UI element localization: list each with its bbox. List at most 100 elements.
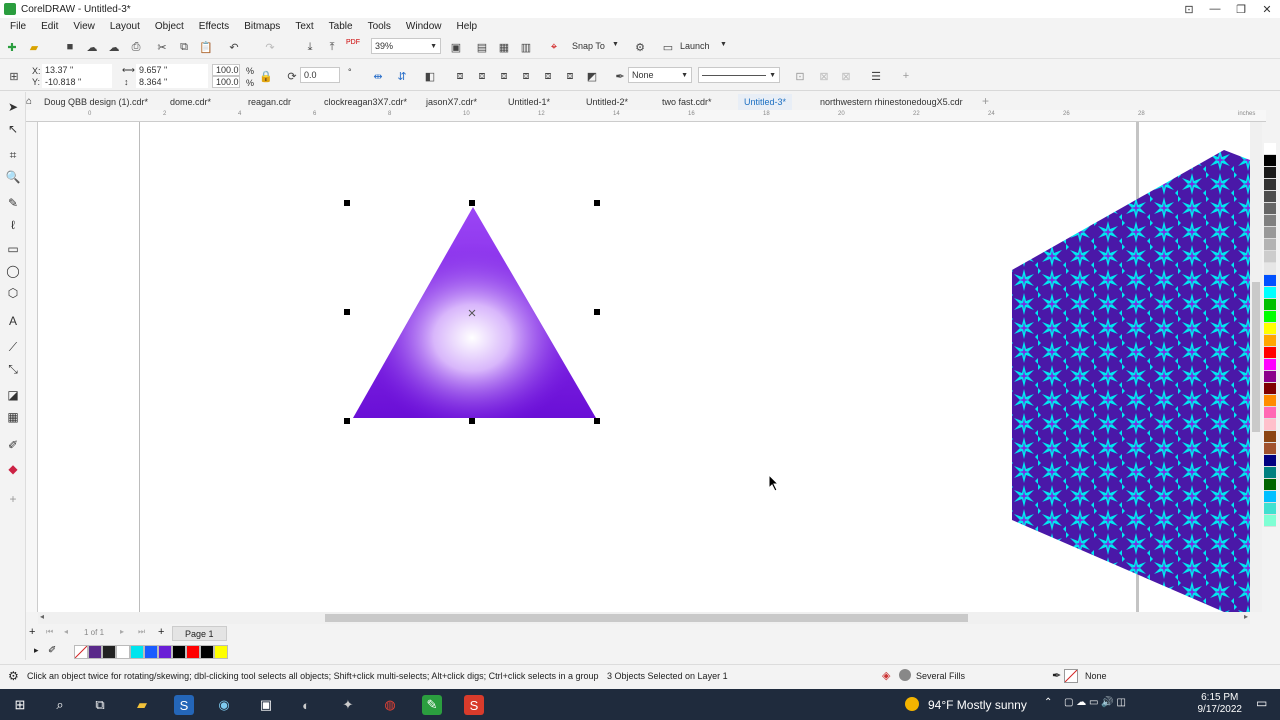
to-front-icon[interactable]: ⊠ xyxy=(838,68,854,84)
drop-shadow-tool-icon[interactable]: ◪ xyxy=(4,386,22,404)
rotation-field[interactable]: 0.0 xyxy=(300,67,340,83)
palette-swatch[interactable] xyxy=(1264,287,1276,299)
palette-swatch[interactable] xyxy=(1264,347,1276,359)
scroll-left-icon[interactable]: ◂ xyxy=(40,612,44,621)
export-icon[interactable]: ⤒ xyxy=(324,39,340,55)
x-position-field[interactable]: 13.37 " xyxy=(42,64,112,76)
settings-gear-icon[interactable]: ⚙ xyxy=(8,669,19,683)
scale-x-field[interactable]: 100.0 xyxy=(212,64,240,76)
palette-swatch[interactable] xyxy=(1264,227,1276,239)
palette-swatch[interactable] xyxy=(1264,179,1276,191)
palette-swatch[interactable] xyxy=(1264,335,1276,347)
rotate-icon[interactable]: ⟳ xyxy=(284,68,300,84)
shape-tool-icon[interactable]: ↖ xyxy=(4,120,22,138)
menu-effects[interactable]: Effects xyxy=(199,21,229,32)
menu-view[interactable]: View xyxy=(73,21,95,32)
simplify-icon[interactable]: ⧈ xyxy=(518,68,534,84)
snap-to-button[interactable]: Snap To xyxy=(572,41,605,51)
outline-pen-icon[interactable]: ✒ xyxy=(612,68,628,84)
palette-swatch[interactable] xyxy=(1264,239,1276,251)
selection-handle[interactable] xyxy=(469,200,475,206)
menu-text[interactable]: Text xyxy=(295,21,313,32)
eyedropper-icon[interactable]: ✐ xyxy=(48,645,56,656)
vertical-scrollbar[interactable] xyxy=(1250,122,1262,612)
doc-swatch[interactable] xyxy=(172,645,186,659)
y-position-field[interactable]: -10.818 " xyxy=(42,76,112,88)
back-minus-front-icon[interactable]: ⧈ xyxy=(562,68,578,84)
coreldraw-taskbar-icon[interactable]: ✎ xyxy=(422,695,442,715)
palette-swatch[interactable] xyxy=(1264,311,1276,323)
app-icon[interactable]: ◉ xyxy=(214,695,234,715)
redo-icon[interactable]: ↷ xyxy=(262,39,278,55)
palette-swatch[interactable] xyxy=(1264,395,1276,407)
front-minus-back-icon[interactable]: ⧈ xyxy=(540,68,556,84)
scale-y-field[interactable]: 100.0 xyxy=(212,76,240,88)
outline-pen-icon[interactable]: ✒ xyxy=(1052,669,1061,682)
show-rulers-icon[interactable]: ▤ xyxy=(474,39,490,55)
doc-swatch[interactable] xyxy=(144,645,158,659)
first-page-icon[interactable]: ⏮ xyxy=(46,627,53,637)
snap-to-icon[interactable]: ⌖ xyxy=(546,39,562,55)
page-1-tab[interactable]: Page 1 xyxy=(172,626,227,641)
launch-icon[interactable]: ▭ xyxy=(660,39,676,55)
rectangle-tool-icon[interactable]: ▭ xyxy=(4,240,22,258)
task-view-icon[interactable]: ⧉ xyxy=(90,695,110,715)
open-folder-icon[interactable]: ▰ xyxy=(26,39,42,55)
no-color-swatch[interactable] xyxy=(74,645,88,659)
palette-swatch[interactable] xyxy=(1264,443,1276,455)
menu-layout[interactable]: Layout xyxy=(110,21,140,32)
paste-icon[interactable]: 📋 xyxy=(198,39,214,55)
height-field[interactable]: 8.364 " xyxy=(136,76,208,88)
add-page-after-icon[interactable]: + xyxy=(158,626,164,638)
menu-edit[interactable]: Edit xyxy=(41,21,58,32)
weather-text[interactable]: 94°F Mostly sunny xyxy=(928,698,1027,712)
fill-status[interactable]: Several Fills xyxy=(916,671,965,681)
palette-swatch[interactable] xyxy=(1264,167,1276,179)
palette-swatch[interactable] xyxy=(1264,155,1276,167)
intersect-icon[interactable]: ⧈ xyxy=(496,68,512,84)
tab-dome[interactable]: dome.cdr* xyxy=(170,94,211,110)
freehand-tool-icon[interactable]: ✎ xyxy=(4,194,22,212)
palette-swatch[interactable] xyxy=(1264,215,1276,227)
menu-file[interactable]: File xyxy=(10,21,26,32)
pick-tool-icon[interactable]: ➤ xyxy=(4,98,22,116)
chrome-icon[interactable]: ◍ xyxy=(380,695,400,715)
add-icon[interactable]: + xyxy=(898,68,914,84)
tray-chevron-icon[interactable]: ⌃ xyxy=(1044,697,1052,708)
line-style-dropdown[interactable]: ▼ xyxy=(698,67,780,83)
fill-bucket-icon[interactable]: ◈ xyxy=(882,669,890,682)
outline-status[interactable]: None xyxy=(1085,671,1107,681)
last-page-icon[interactable]: ⏭ xyxy=(138,627,145,637)
palette-swatch[interactable] xyxy=(1264,143,1276,155)
create-boundary-icon[interactable]: ◩ xyxy=(584,68,600,84)
selection-handle[interactable] xyxy=(594,309,600,315)
tab-untitled-1[interactable]: Untitled-1* xyxy=(508,94,550,110)
convert-to-curves-icon[interactable]: ◧ xyxy=(422,68,438,84)
options-gear-icon[interactable]: ⚙ xyxy=(632,39,648,55)
menu-table[interactable]: Table xyxy=(329,21,353,32)
add-tool-icon[interactable]: + xyxy=(4,490,22,508)
print-icon[interactable]: ⎙ xyxy=(128,39,144,55)
selection-handle[interactable] xyxy=(594,200,600,206)
chevron-down-icon[interactable]: ▼ xyxy=(720,41,727,48)
doc-swatch[interactable] xyxy=(214,645,228,659)
zoom-tool-icon[interactable]: 🔍 xyxy=(4,168,22,186)
tab-clockreagan3x7[interactable]: clockreagan3X7.cdr* xyxy=(324,94,407,110)
gradient-triangle[interactable] xyxy=(350,202,600,422)
app-s-red-icon[interactable]: S xyxy=(464,695,484,715)
tab-doug-qbb-design[interactable]: Doug QBB design (1).cdr* xyxy=(44,94,148,110)
tab-two-fast[interactable]: two fast.cdr* xyxy=(662,94,712,110)
menu-bitmaps[interactable]: Bitmaps xyxy=(244,21,280,32)
cloud-download-icon[interactable]: ☁ xyxy=(106,39,122,55)
palette-swatch[interactable] xyxy=(1264,203,1276,215)
palette-swatch[interactable] xyxy=(1264,407,1276,419)
new-tab-icon[interactable]: + xyxy=(982,94,989,108)
wrap-text-icon[interactable]: ⊡ xyxy=(792,68,808,84)
palette-swatch[interactable] xyxy=(1264,467,1276,479)
lock-ratio-icon[interactable]: 🔒 xyxy=(258,68,274,84)
horizontal-scroll-thumb[interactable] xyxy=(325,614,968,622)
chevron-down-icon[interactable]: ▼ xyxy=(612,41,619,48)
doc-swatch[interactable] xyxy=(102,645,116,659)
object-origin-icon[interactable]: ⊞ xyxy=(4,66,24,86)
copy-icon[interactable]: ⧉ xyxy=(176,39,192,55)
